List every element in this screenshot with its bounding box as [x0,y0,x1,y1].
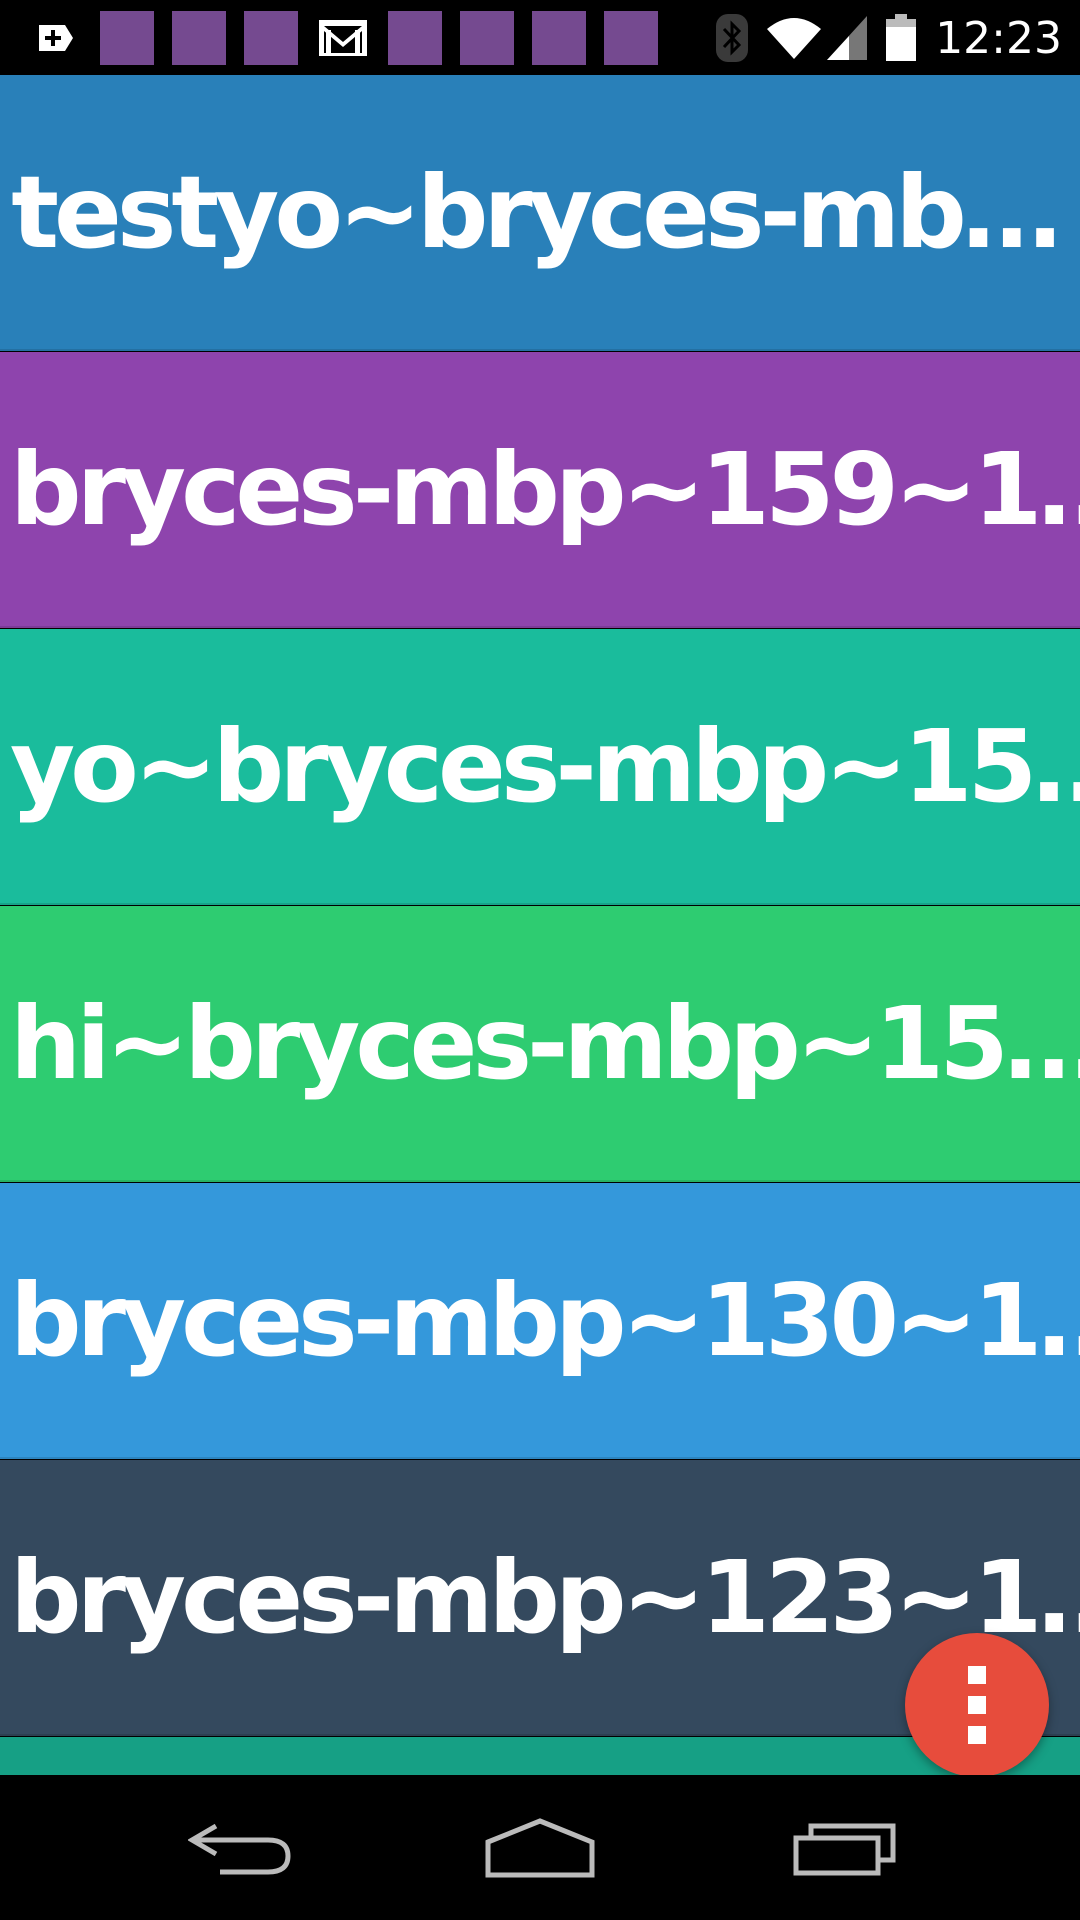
navigation-bar [0,1775,1080,1920]
gmail-icon [316,11,370,65]
list-item-label: testyo~bryces-mb… [11,153,1062,271]
more-vert-icon [968,1660,986,1750]
recents-button[interactable] [745,1775,945,1920]
bluetooth-icon [715,13,749,63]
app-notification-icon [100,10,154,65]
app-notification-icon [172,10,226,65]
app-notification-icon [244,10,298,65]
wifi-icon [765,15,823,61]
clock: 12:23 [935,12,1062,64]
list-item-label: yo~bryces-mbp~15… [10,707,1080,825]
battery-icon [885,14,917,62]
status-bar: 12:23 [0,0,1080,75]
system-icons: 12:23 [699,8,1062,68]
back-button[interactable] [140,1775,340,1920]
add-icon [28,11,82,65]
app-notification-icon [388,10,442,65]
list-item-label: bryces-mbp~123~1… [10,1538,1080,1656]
recents-icon [793,1823,896,1875]
signal-icon [825,14,869,62]
message-list[interactable]: testyo~bryces-mb… bryces-mbp~159~1… yo~bry… [0,75,1080,1775]
back-icon [188,1823,291,1874]
home-button[interactable] [440,1775,640,1920]
list-item[interactable]: hi~bryces-mbp~15… [0,906,1080,1182]
list-item[interactable]: yo~bryces-mbp~15… [0,629,1080,905]
notification-icons [28,10,676,65]
app-notification-icon [532,10,586,65]
list-item-label: hi~bryces-mbp~15… [10,984,1080,1102]
list-item-label: bryces-mbp~159~1… [10,430,1080,548]
overflow-menu-button[interactable] [905,1633,1049,1777]
home-icon [485,1817,595,1877]
list-item-label: bryces-mbp~130~1… [10,1261,1080,1379]
screen: 12:23 testyo~bryces-mb… bryces-mbp~159~1…… [0,0,1080,1920]
list-item[interactable]: testyo~bryces-mb… [0,75,1080,351]
list-item[interactable]: bryces-mbp~130~1… [0,1183,1080,1459]
list-item[interactable]: bryces-mbp~159~1… [0,352,1080,628]
app-notification-icon [460,10,514,65]
app-notification-icon [604,10,658,65]
